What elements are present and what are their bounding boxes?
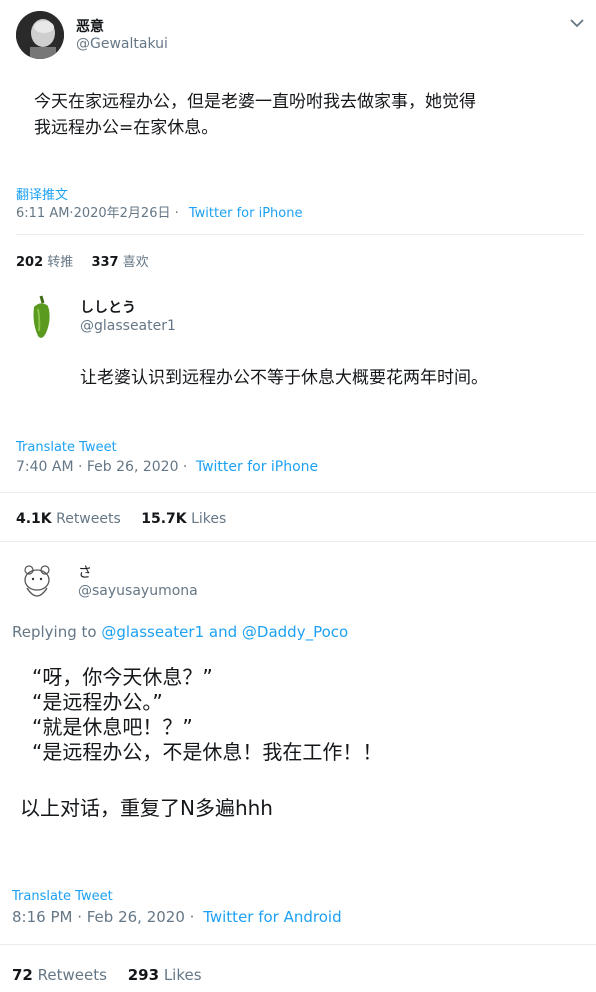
tweet-stats: 72 Retweets 293 Likes [12,966,202,984]
tweet-text: “呀，你今天休息？” “是远程办公。” “就是休息吧！？” “是远程办公，不是休… [32,665,382,765]
tweet-text-line: 今天在家远程办公，但是老婆一直吩咐我去做家事，她觉得 [34,92,476,112]
divider [0,944,596,945]
divider [16,234,584,235]
translate-link[interactable]: 翻译推文 [16,184,68,203]
divider [0,492,596,493]
author-name[interactable]: ししとう [80,297,136,317]
tweet-text-line: 以上对话，重复了N多遍hhh [20,796,273,820]
like-label: Likes [163,966,202,984]
tweet-text-line: “是远程办公。” [32,690,163,714]
author-name[interactable]: 恶意 [76,16,104,36]
timestamp[interactable]: 7:40 AM · Feb 26, 2020 · [16,459,187,475]
tweet-text-line: “呀，你今天休息？” [32,665,213,689]
reply-and: and [208,623,238,641]
timestamp[interactable]: 6:11 AM·2020年2月26日 · [16,206,179,221]
author-handle[interactable]: @Gewaltakui [76,36,168,52]
chevron-down-icon[interactable] [568,14,586,32]
like-label: Likes [191,511,227,527]
timestamp[interactable]: 8:16 PM · Feb 26, 2020 · [12,908,194,926]
tweet-text-line: “就是休息吧！？” [32,715,193,739]
tweet-text: 今天在家远程办公，但是老婆一直吩咐我去做家事，她觉得 我远程办公=在家休息。 [34,89,574,141]
replying-label: Replying to [12,623,97,641]
avatar[interactable] [12,556,62,606]
tweet-text: 让老婆认识到远程办公不等于休息大概要花两年时间。 [80,368,488,388]
tweet-stats: 4.1K Retweets 15.7K Likes [16,511,226,527]
source-link[interactable]: Twitter for iPhone [189,206,303,221]
retweet-count[interactable]: 72 Retweets [12,966,107,984]
author-handle[interactable]: @sayusayumona [78,583,198,599]
retweet-label: 转推 [47,255,74,270]
retweet-count[interactable]: 202 转推 [16,255,73,270]
source-link[interactable]: Twitter for iPhone [196,459,318,475]
tweet-text-line: “是远程办公，不是休息！我在工作！！ [32,740,383,764]
tweet-meta: 7:40 AM · Feb 26, 2020 · Twitter for iPh… [16,459,318,475]
like-count[interactable]: 337 喜欢 [91,255,148,270]
like-number: 15.7K [141,511,187,527]
source-link[interactable]: Twitter for Android [203,908,341,926]
retweet-count[interactable]: 4.1K Retweets [16,511,121,527]
tweet-meta: 6:11 AM·2020年2月26日 · Twitter for iPhone [16,202,302,221]
retweet-label: Retweets [56,511,121,527]
translate-link[interactable]: Translate Tweet [16,440,117,455]
tweet-stats: 202 转推 337 喜欢 [16,251,149,270]
tweet-meta: 8:16 PM · Feb 26, 2020 · Twitter for And… [12,908,342,926]
tweet-text-line: 我远程办公=在家休息。 [34,118,219,138]
like-count[interactable]: 15.7K Likes [141,511,226,527]
avatar[interactable] [16,11,64,59]
author-name[interactable]: さ [78,562,92,582]
avatar[interactable] [16,293,66,343]
retweet-number: 4.1K [16,511,52,527]
retweet-label: Retweets [37,966,107,984]
like-label: 喜欢 [122,255,149,270]
retweet-number: 202 [16,255,44,270]
replying-to: Replying to @glasseater1 and @Daddy_Poco [12,623,348,641]
mention-link[interactable]: @Daddy_Poco [242,623,348,641]
like-count[interactable]: 293 Likes [128,966,202,984]
mention-link[interactable]: @glasseater1 [101,623,204,641]
divider [0,541,596,542]
like-number: 293 [127,966,160,984]
translate-link[interactable]: Translate Tweet [12,889,113,904]
like-number: 337 [91,255,119,270]
author-handle[interactable]: @glasseater1 [80,318,176,334]
retweet-number: 72 [12,966,33,984]
